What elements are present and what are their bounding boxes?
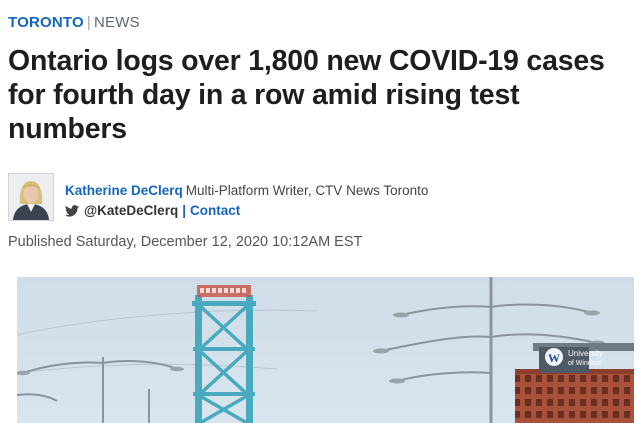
hero-photo-scene: W University of Windsor: [17, 277, 634, 423]
byline-divider: |: [182, 203, 186, 218]
university-sign-line2: of Windsor: [568, 360, 602, 367]
section-link-toronto[interactable]: TORONTO: [8, 14, 84, 31]
author-social-row: @KateDeClerq | Contact: [65, 203, 240, 218]
article-headline: Ontario logs over 1,800 new COVID-19 cas…: [8, 45, 605, 145]
hero-image[interactable]: W University of Windsor: [17, 277, 634, 423]
svg-text:W: W: [548, 351, 560, 365]
author-name-row: Katherine DeClerq Multi-Platform Writer, …: [65, 183, 428, 198]
author-avatar[interactable]: [8, 173, 54, 221]
contact-author-link[interactable]: Contact: [190, 203, 240, 218]
published-date: Published Saturday, December 12, 2020 10…: [8, 234, 363, 250]
breadcrumb-separator: |: [86, 14, 91, 31]
author-name-link[interactable]: Katherine DeClerq: [65, 183, 183, 198]
author-title: Multi-Platform Writer, CTV News Toronto: [185, 183, 429, 198]
bridge-sign: [197, 285, 251, 297]
twitter-bird-icon[interactable]: [65, 205, 79, 217]
university-sign-line1: University: [568, 349, 603, 358]
section-link-news[interactable]: NEWS: [94, 14, 140, 31]
section-breadcrumb: TORONTO | NEWS: [8, 14, 140, 31]
twitter-handle-link[interactable]: @KateDeClerq: [84, 203, 178, 218]
